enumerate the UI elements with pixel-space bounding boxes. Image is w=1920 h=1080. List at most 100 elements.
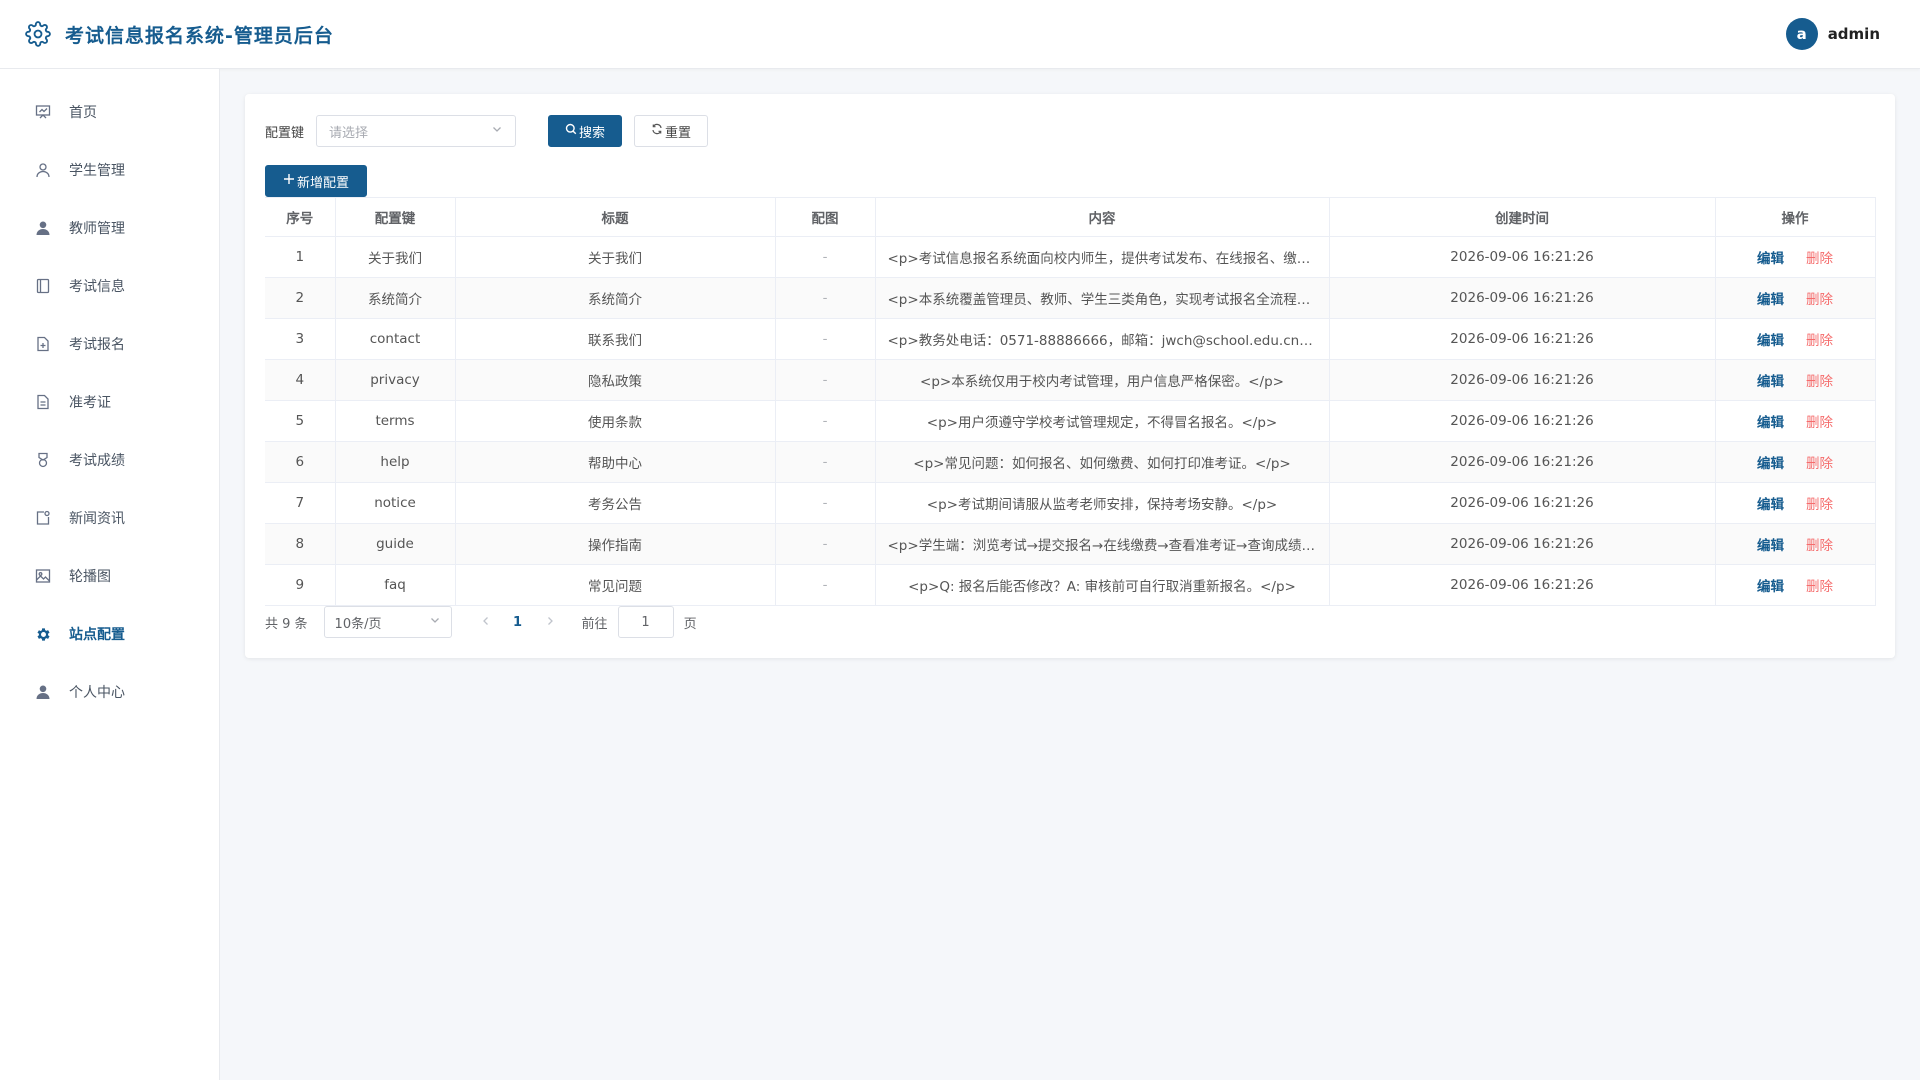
chevron-down-icon [491, 123, 503, 139]
sidebar-item-carousel[interactable]: 轮播图 [0, 547, 219, 605]
cell-image: - [775, 318, 876, 360]
add-config-button[interactable]: 新增配置 [265, 165, 367, 197]
chevron-left-icon [481, 615, 491, 630]
column-header-title: 标题 [455, 197, 776, 237]
cell-content: <p>本系统仅用于校内考试管理，用户信息严格保密。</p> [875, 359, 1330, 401]
sidebar-item-exam-scores[interactable]: 考试成绩 [0, 431, 219, 489]
chevron-down-icon [429, 614, 441, 630]
cell-actions: 编辑 删除 [1715, 400, 1876, 442]
sidebar-item-news[interactable]: 新闻资讯 [0, 489, 219, 547]
edit-button[interactable]: 编辑 [1757, 456, 1784, 472]
table-row: 5 terms 使用条款 - <p>用户须遵守学校考试管理规定，不得冒名报名。</p> 2… [265, 400, 1876, 442]
username[interactable]: admin [1828, 25, 1880, 43]
prev-page-button[interactable] [470, 606, 502, 638]
cell-created: 2026-09-06 16:21:26 [1329, 359, 1716, 401]
cell-title: 帮助中心 [455, 441, 776, 483]
sidebar-item-admission-ticket[interactable]: 准考证 [0, 373, 219, 431]
total-count: 共 9 条 [265, 616, 308, 632]
goto-page-input[interactable]: 1 [617, 606, 674, 638]
sidebar-item-label: 轮播图 [69, 569, 111, 585]
reset-button[interactable]: 重置 [634, 115, 709, 147]
cell-content: <p>考试信息报名系统面向校内师生，提供考试发布、在线报名、缴费、准考证打印与成… [875, 236, 1330, 278]
edit-button[interactable]: 编辑 [1757, 538, 1784, 554]
cell-key: privacy [335, 359, 456, 401]
cell-key: help [335, 441, 456, 483]
page-size-select[interactable]: 10条/页 [323, 606, 452, 638]
cell-actions: 编辑 删除 [1715, 236, 1876, 278]
sidebar-item-label: 考试信息 [69, 279, 125, 295]
cell-image: - [775, 359, 876, 401]
delete-button[interactable]: 删除 [1806, 456, 1833, 472]
cell-no: 9 [265, 564, 336, 606]
cell-no: 6 [265, 441, 336, 483]
delete-button[interactable]: 删除 [1806, 579, 1833, 595]
cell-actions: 编辑 删除 [1715, 482, 1876, 524]
delete-button[interactable]: 删除 [1806, 374, 1833, 390]
cell-created: 2026-09-06 16:21:26 [1329, 277, 1716, 319]
column-header-key: 配置键 [335, 197, 456, 237]
sidebar-item-exam-registration[interactable]: 考试报名 [0, 315, 219, 373]
cell-key: faq [335, 564, 456, 606]
page-number[interactable]: 1 [502, 606, 534, 638]
cell-actions: 编辑 删除 [1715, 564, 1876, 606]
next-page-button[interactable] [534, 606, 566, 638]
edit-button[interactable]: 编辑 [1757, 497, 1784, 513]
cell-content: <p>本系统覆盖管理员、教师、学生三类角色，实现考试报名全流程线上化管理。</p… [875, 277, 1330, 319]
cell-created: 2026-09-06 16:21:26 [1329, 523, 1716, 565]
filter-label: 配置键 [265, 125, 305, 141]
user-outline-icon [34, 161, 52, 179]
goto-label: 前往 [581, 616, 608, 632]
edit-button[interactable]: 编辑 [1757, 251, 1784, 267]
delete-button[interactable]: 删除 [1806, 497, 1833, 513]
cell-no: 1 [265, 236, 336, 278]
cell-key: 系统简介 [335, 277, 456, 319]
search-button[interactable]: 搜索 [548, 115, 623, 147]
edit-button[interactable]: 编辑 [1757, 333, 1784, 349]
sidebar-item-profile[interactable]: 个人中心 [0, 663, 219, 721]
cell-title: 联系我们 [455, 318, 776, 360]
cell-key: guide [335, 523, 456, 565]
cell-title: 隐私政策 [455, 359, 776, 401]
cell-title: 系统简介 [455, 277, 776, 319]
avatar[interactable]: a [1785, 18, 1818, 50]
sidebar-item-label: 准考证 [69, 395, 111, 411]
config-key-select[interactable]: 请选择 [316, 115, 517, 147]
table-row: 6 help 帮助中心 - <p>常见问题：如何报名、如何缴费、如何打印准考证。</p>… [265, 441, 1876, 483]
sidebar-item-teachers[interactable]: 教师管理 [0, 199, 219, 257]
select-placeholder: 请选择 [329, 125, 369, 141]
sidebar-item-exam-info[interactable]: 考试信息 [0, 257, 219, 315]
page-size-value: 10条/页 [334, 616, 382, 632]
sidebar-item-label: 教师管理 [69, 221, 125, 237]
edit-button[interactable]: 编辑 [1757, 415, 1784, 431]
table-row: 7 notice 考务公告 - <p>考试期间请服从监考老师安排，保持考场安静。</p>… [265, 482, 1876, 524]
cell-created: 2026-09-06 16:21:26 [1329, 236, 1716, 278]
cell-key: terms [335, 400, 456, 442]
sidebar-item-students[interactable]: 学生管理 [0, 141, 219, 199]
delete-button[interactable]: 删除 [1806, 251, 1833, 267]
dashboard-icon [34, 103, 52, 121]
edit-button[interactable]: 编辑 [1757, 374, 1784, 390]
table-row: 2 系统简介 系统简介 - <p>本系统覆盖管理员、教师、学生三类角色，实现考试报名全流… [265, 277, 1876, 319]
cell-key: 关于我们 [335, 236, 456, 278]
news-icon [34, 509, 52, 527]
delete-button[interactable]: 删除 [1806, 538, 1833, 554]
table-row: 9 faq 常见问题 - <p>Q: 报名后能否修改？A: 审核前可自行取消重新报名。<… [265, 564, 1876, 606]
edit-button[interactable]: 编辑 [1757, 579, 1784, 595]
edit-button[interactable]: 编辑 [1757, 292, 1784, 308]
column-header-no: 序号 [265, 197, 336, 237]
user-filled-icon [34, 683, 52, 701]
delete-button[interactable]: 删除 [1806, 292, 1833, 308]
cell-actions: 编辑 删除 [1715, 441, 1876, 483]
notebook-icon [34, 277, 52, 295]
cell-no: 2 [265, 277, 336, 319]
search-button-label: 搜索 [579, 125, 606, 141]
document-icon [34, 393, 52, 411]
delete-button[interactable]: 删除 [1806, 333, 1833, 349]
user-menu[interactable]: a admin [1785, 18, 1880, 50]
cell-actions: 编辑 删除 [1715, 523, 1876, 565]
sidebar-item-home[interactable]: 首页 [0, 83, 219, 141]
delete-button[interactable]: 删除 [1806, 415, 1833, 431]
sidebar-item-site-config[interactable]: 站点配置 [0, 605, 219, 663]
cell-title: 考务公告 [455, 482, 776, 524]
column-header-actions: 操作 [1715, 197, 1876, 237]
